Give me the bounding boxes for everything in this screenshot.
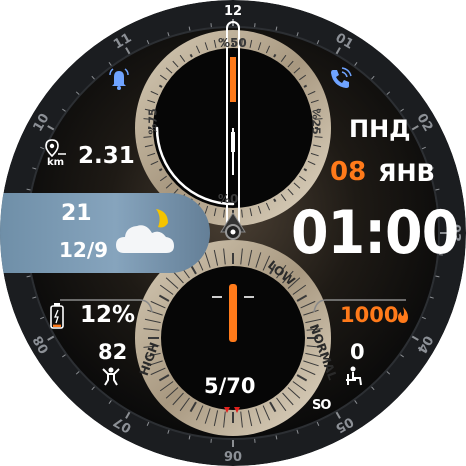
battery-value: 12% xyxy=(80,302,136,328)
flame-icon xyxy=(396,306,410,324)
bezel-label-06: 06 xyxy=(223,447,243,462)
heart-value: 82 xyxy=(98,340,128,364)
bezel-label-12: 12 xyxy=(223,4,243,19)
seated-person-icon xyxy=(344,366,368,386)
exercise-person-icon xyxy=(100,366,122,386)
brand-logo: SO xyxy=(312,398,331,413)
digital-time: 01:00 xyxy=(291,198,459,268)
top-dial-label-75: %75 xyxy=(146,108,160,135)
day-of-week: ПНД xyxy=(349,115,411,143)
top-dial-label-50: %50 xyxy=(218,36,247,50)
date-month: ЯНВ xyxy=(378,159,435,187)
bottom-dial-value: 5/70 xyxy=(204,374,256,398)
phone-icon[interactable] xyxy=(327,66,353,92)
dial-tick xyxy=(189,53,193,58)
dial-tick xyxy=(158,84,163,88)
sedentary-value: 0 xyxy=(350,340,365,364)
dial-tick xyxy=(303,84,308,88)
bell-icon[interactable] xyxy=(106,66,132,92)
weather-temperature: 21 xyxy=(61,201,92,226)
center-pin-dot xyxy=(230,229,236,235)
dial-tick xyxy=(158,168,163,172)
dial-tick xyxy=(303,168,308,172)
calories-value: 1000 xyxy=(340,303,399,327)
dial-tick xyxy=(273,53,277,58)
dial-tick xyxy=(273,198,277,203)
watch-face: 120102030405060708091011 0% %25 %50 %75 … xyxy=(0,0,466,466)
distance-unit: km xyxy=(47,157,65,168)
weather-range: 12/9 xyxy=(59,238,109,262)
date-day: 08 xyxy=(330,157,367,187)
top-dial-label-25: %25 xyxy=(309,108,323,135)
top-dial-label-0: 0% xyxy=(218,191,239,205)
battery-icon xyxy=(49,302,65,330)
cloud-moon-icon xyxy=(114,205,184,261)
distance-value: 2.31 xyxy=(78,143,135,169)
